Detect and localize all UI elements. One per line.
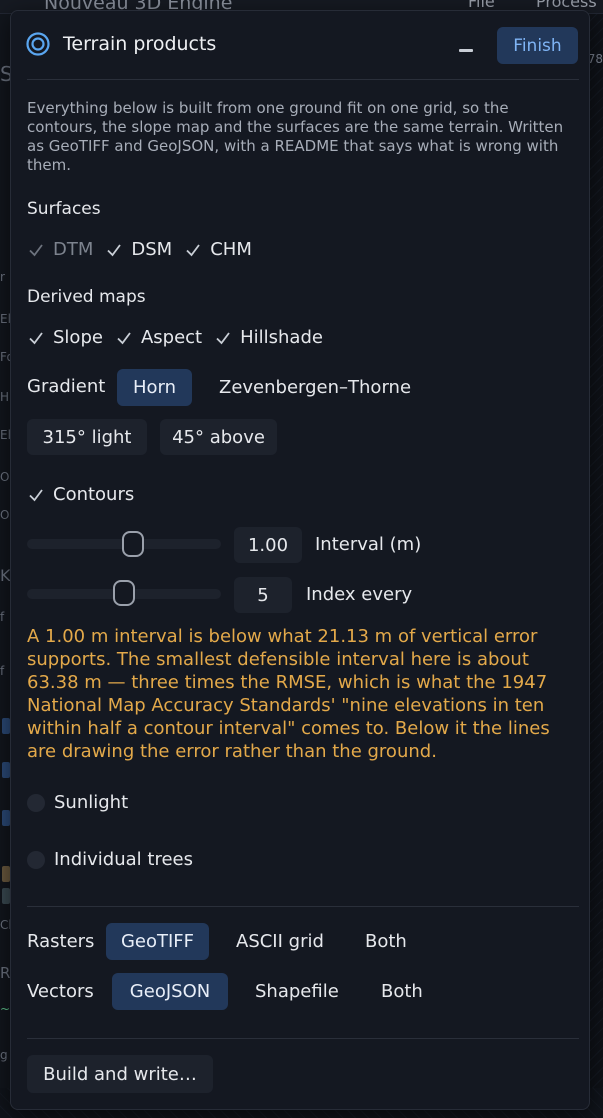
aspect-label: Aspect [140, 327, 203, 348]
rasters-both-option[interactable]: Both [351, 923, 421, 960]
interval-label: Interval (m) [315, 534, 422, 555]
interval-slider-thumb[interactable] [121, 531, 144, 557]
finish-button[interactable]: Finish [497, 27, 578, 64]
build-and-write-button[interactable]: Build and write… [27, 1055, 213, 1093]
gradient-zevenbergen-option[interactable]: Zevenbergen–Thorne [205, 369, 425, 406]
chm-checkbox[interactable]: CHM [184, 239, 252, 260]
background-coordinate: 78 [587, 52, 603, 66]
checkmark-icon [29, 243, 43, 256]
light-azimuth-field[interactable]: 315° light [27, 419, 147, 455]
divider [27, 1038, 579, 1039]
light-elevation-field[interactable]: 45° above [160, 419, 277, 455]
background-badge [2, 810, 10, 826]
background-badge [2, 718, 10, 734]
vectors-both-option[interactable]: Both [367, 973, 437, 1010]
background-left-label: ~ [0, 1002, 11, 1016]
gradient-label: Gradient [27, 376, 106, 397]
background-left-label: g [0, 1048, 8, 1062]
checkmark-icon [186, 243, 200, 256]
rasters-ascii-option[interactable]: ASCII grid [222, 923, 338, 960]
terrain-products-panel: Terrain products Finish Everything below… [10, 10, 590, 1110]
background-badge [2, 888, 10, 904]
derived-maps-options: Slope Aspect Hillshade [27, 327, 335, 348]
dsm-label: DSM [131, 239, 173, 260]
background-left-label: R [0, 964, 11, 982]
background-left-label: O [0, 470, 10, 484]
trees-label: Individual trees [54, 849, 193, 870]
hillshade-label: Hillshade [240, 327, 323, 348]
background-left-label: H [0, 390, 10, 404]
background-left-label: f [0, 664, 5, 678]
rasters-geotiff-option[interactable]: GeoTIFF [106, 923, 209, 960]
layers-icon [26, 32, 50, 56]
chm-label: CHM [210, 239, 252, 260]
contours-row: Contours [27, 484, 146, 505]
slope-checkbox[interactable]: Slope [27, 327, 103, 348]
vectors-label: Vectors [27, 981, 94, 1002]
hillshade-checkbox[interactable]: Hillshade [214, 327, 323, 348]
checkmark-icon [29, 331, 43, 344]
sunlight-radio[interactable] [27, 793, 45, 812]
checkmark-icon [216, 331, 230, 344]
individual-trees-toggle[interactable]: Individual trees [27, 849, 193, 870]
gradient-horn-option[interactable]: Horn [117, 369, 192, 406]
interval-value-field[interactable]: 1.00 [234, 527, 302, 563]
checkmark-icon [29, 488, 43, 501]
vectors-geojson-option[interactable]: GeoJSON [112, 973, 228, 1010]
background-left-label: r [0, 270, 5, 284]
background-left-label: f [0, 610, 5, 624]
background-left-label: K [0, 566, 11, 585]
index-slider-thumb[interactable] [113, 580, 135, 606]
sunlight-label: Sunlight [54, 792, 129, 813]
slope-label: Slope [53, 327, 103, 348]
background-viewport [588, 14, 603, 1118]
checkmark-icon [117, 331, 131, 344]
background-left-panel: S r El Fo H El O O K f f Cl R ~ g [0, 14, 14, 1118]
contours-checkbox[interactable]: Contours [27, 484, 134, 505]
derived-maps-heading: Derived maps [27, 287, 146, 307]
trees-radio[interactable] [27, 850, 45, 869]
minimize-icon[interactable] [459, 49, 473, 52]
surfaces-options: DTM DSM CHM [27, 239, 264, 260]
background-badge [2, 762, 10, 778]
aspect-checkbox[interactable]: Aspect [115, 327, 202, 348]
divider [27, 79, 579, 80]
divider [27, 906, 579, 907]
panel-description: Everything below is built from one groun… [27, 99, 564, 174]
contour-interval-warning: A 1.00 m interval is below what 21.13 m … [27, 626, 550, 762]
sunlight-toggle[interactable]: Sunlight [27, 792, 128, 813]
rasters-label: Rasters [27, 931, 95, 952]
dsm-checkbox[interactable]: DSM [105, 239, 172, 260]
background-badge [2, 866, 10, 882]
contours-label: Contours [53, 484, 135, 505]
checkmark-icon [107, 243, 122, 256]
panel-title: Terrain products [63, 33, 217, 55]
dtm-label: DTM [53, 239, 94, 260]
surfaces-heading: Surfaces [27, 199, 101, 219]
vectors-shapefile-option[interactable]: Shapefile [241, 973, 353, 1010]
index-value-field[interactable]: 5 [234, 577, 292, 613]
background-left-label: O [0, 508, 10, 522]
dtm-checkbox[interactable]: DTM [27, 239, 93, 260]
index-label: Index every [306, 584, 413, 605]
